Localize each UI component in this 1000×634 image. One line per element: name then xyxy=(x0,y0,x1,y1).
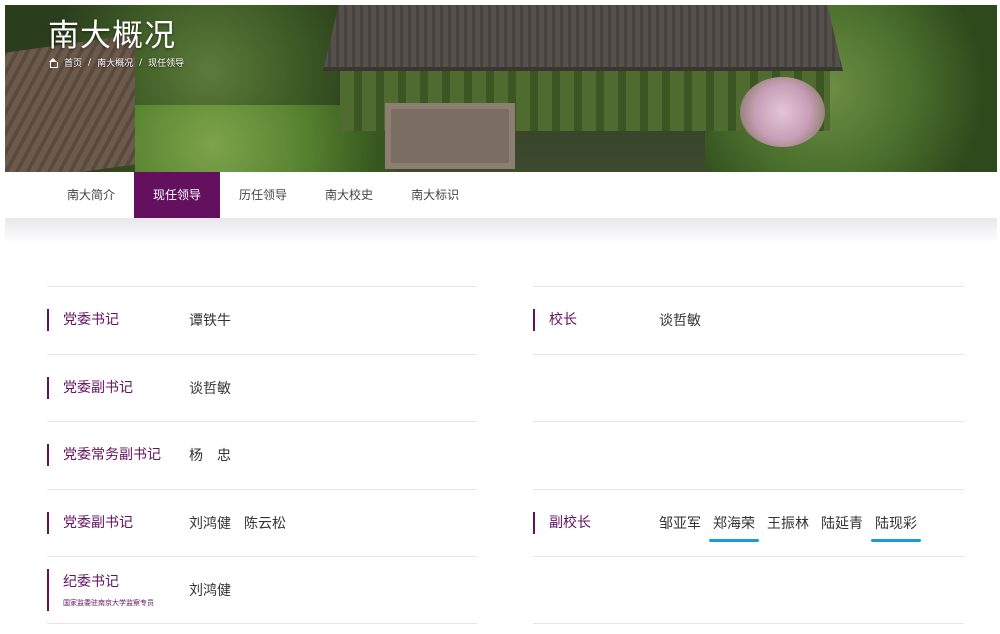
leader-name[interactable]: 谈哲敏 xyxy=(189,378,231,398)
leader-name-highlighted[interactable]: 陆现彩 xyxy=(871,513,921,542)
leader-row: 党委副书记 谈哲敏 xyxy=(47,353,477,422)
leader-row: 校长 谈哲敏 xyxy=(533,286,964,354)
empty-row xyxy=(533,556,964,624)
role-label: 党委副书记 xyxy=(47,376,189,399)
leader-name[interactable]: 邹亚军 xyxy=(659,513,701,533)
name-list: 谭铁牛 xyxy=(189,310,231,330)
page-title: 南大概况 xyxy=(48,18,176,54)
leader-row: 党委副书记 刘鸿健 陈云松 xyxy=(47,488,477,557)
empty-row xyxy=(533,353,964,422)
leader-name-highlighted[interactable]: 郑海荣 xyxy=(709,513,759,542)
leaders-right-column: 校长 谈哲敏 副校长 邹亚军 郑海荣 王振林 陆延青 陆现彩 xyxy=(533,286,964,624)
hero-image-courtyard xyxy=(385,103,515,169)
leader-row: 纪委书记 国家监委驻南京大学监察专员 刘鸿健 xyxy=(47,556,477,624)
name-list: 谈哲敏 xyxy=(659,310,701,330)
name-list: 刘鸿健 xyxy=(189,580,231,600)
section-tabs: 南大简介 现任领导 历任领导 南大校史 南大标识 xyxy=(48,172,478,218)
breadcrumb-overview[interactable]: 南大概况 xyxy=(97,56,133,69)
tab-bar-shadow xyxy=(5,218,997,244)
name-list: 刘鸿健 陈云松 xyxy=(189,513,286,533)
empty-row xyxy=(533,421,964,489)
role-label: 副校长 xyxy=(533,511,659,534)
name-list: 杨 忠 xyxy=(189,445,231,465)
role-subtitle: 国家监委驻南京大学监察专员 xyxy=(63,598,154,607)
leader-name[interactable]: 王振林 xyxy=(767,513,809,533)
leader-name[interactable]: 杨 忠 xyxy=(189,445,231,465)
role-label: 党委书记 xyxy=(47,309,189,332)
breadcrumb-home[interactable]: 首页 xyxy=(64,56,82,69)
tab-current-leaders[interactable]: 现任领导 xyxy=(134,172,221,218)
hero-image-blossom-tree xyxy=(740,77,825,147)
tab-introduction[interactable]: 南大简介 xyxy=(48,172,134,218)
leader-row: 党委常务副书记 杨 忠 xyxy=(47,421,477,489)
tab-identity[interactable]: 南大标识 xyxy=(392,172,478,218)
role-label: 党委副书记 xyxy=(47,511,189,534)
home-icon[interactable] xyxy=(48,57,58,68)
leader-row: 副校长 邹亚军 郑海荣 王振林 陆延青 陆现彩 xyxy=(533,488,964,557)
leader-name[interactable]: 刘鸿健 xyxy=(189,513,231,533)
tab-former-leaders[interactable]: 历任领导 xyxy=(220,172,306,218)
hero-image-main-roof xyxy=(323,5,843,71)
leader-name[interactable]: 谭铁牛 xyxy=(189,310,231,330)
breadcrumb-separator: / xyxy=(88,57,92,68)
role-label: 纪委书记 xyxy=(63,573,119,590)
role-label: 校长 xyxy=(533,309,659,332)
role-label: 党委常务副书记 xyxy=(47,444,189,467)
breadcrumb-separator: / xyxy=(139,57,143,68)
leader-name[interactable]: 谈哲敏 xyxy=(659,310,701,330)
leaders-left-column: 党委书记 谭铁牛 党委副书记 谈哲敏 党委常务副书记 杨 忠 党委副书记 刘鸿健… xyxy=(47,286,477,624)
name-list: 谈哲敏 xyxy=(189,378,231,398)
leader-name[interactable]: 陈云松 xyxy=(244,513,286,533)
tab-history[interactable]: 南大校史 xyxy=(306,172,392,218)
breadcrumb-current: 现任领导 xyxy=(148,59,185,69)
role-label-with-subtitle: 纪委书记 国家监委驻南京大学监察专员 xyxy=(47,568,189,611)
breadcrumb: 首页 / 南大概况 / 现任领导 xyxy=(48,56,184,69)
name-list: 邹亚军 郑海荣 王振林 陆延青 陆现彩 xyxy=(659,513,921,542)
leader-row: 党委书记 谭铁牛 xyxy=(47,286,477,354)
leader-name[interactable]: 刘鸿健 xyxy=(189,580,231,600)
leader-name[interactable]: 陆延青 xyxy=(821,513,863,533)
